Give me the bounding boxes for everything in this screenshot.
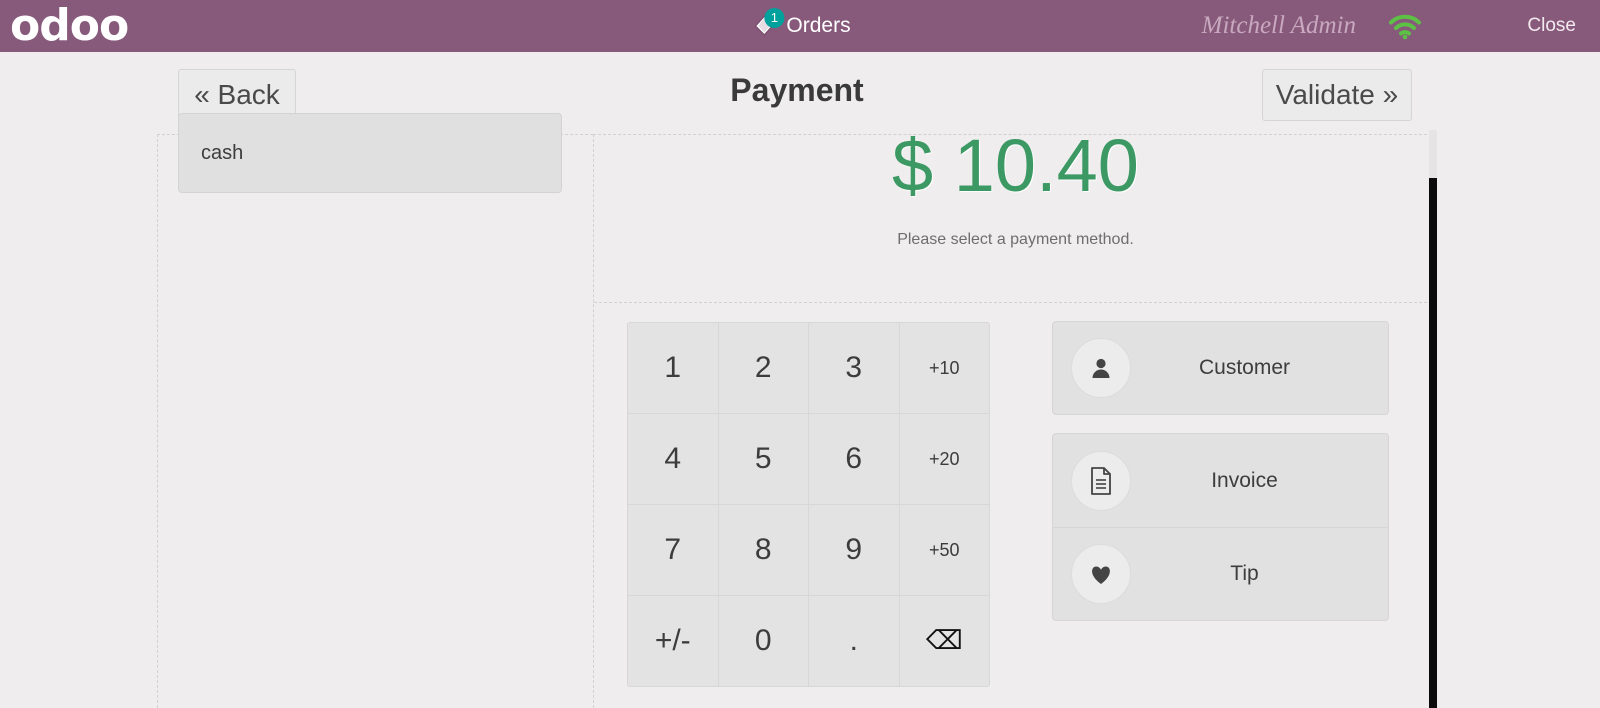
tip-label: Tip [1230, 562, 1259, 585]
top-bar: odoo 1 Orders Mitchell Admin Close [0, 0, 1600, 52]
payment-hint-text: Please select a payment method. [897, 231, 1134, 248]
numpad-key-4[interactable]: 4 [628, 414, 718, 504]
amount-due-value: $ 10.40 [892, 124, 1139, 207]
validate-button[interactable]: Validate » [1262, 69, 1412, 121]
numpad-key-9[interactable]: 9 [809, 505, 899, 595]
orders-label: Orders [786, 14, 851, 37]
numpad-key-sign[interactable]: +/- [628, 596, 718, 686]
customer-button[interactable]: Customer [1052, 321, 1389, 415]
backspace-icon: ⌫ [925, 626, 963, 656]
numpad-key-2[interactable]: 2 [718, 323, 808, 413]
wifi-icon[interactable] [1388, 14, 1422, 40]
numpad-key-1[interactable]: 1 [628, 323, 718, 413]
numpad-key-plus-20[interactable]: +20 [899, 414, 989, 504]
invoice-button[interactable]: Invoice [1052, 433, 1389, 527]
numpad-key-7[interactable]: 7 [628, 505, 718, 595]
amount-due-area: $ 10.40 Please select a payment method. [594, 124, 1437, 303]
numpad-key-plus-10[interactable]: +10 [899, 323, 989, 413]
odoo-logo[interactable]: odoo [10, 1, 129, 51]
numpad-key-6[interactable]: 6 [809, 414, 899, 504]
user-name[interactable]: Mitchell Admin [1202, 0, 1356, 52]
customer-label: Customer [1198, 356, 1291, 379]
orders-button[interactable]: 1 Orders [749, 0, 851, 52]
numpad: 1 2 3 +10 4 5 6 +20 7 8 9 +50 +/- 0. ⌫ [627, 322, 990, 687]
numpad-key-5[interactable]: 5 [718, 414, 808, 504]
payment-details-pane: $ 10.40 Please select a payment method. … [593, 124, 1437, 708]
pos-payment-screen: odoo 1 Orders Mitchell Admin Close « Bac… [0, 0, 1600, 708]
numpad-key-8[interactable]: 8 [718, 505, 808, 595]
page-scrollbar-thumb[interactable] [1429, 178, 1437, 708]
payment-methods-pane: cash [157, 113, 593, 708]
payment-method-cash[interactable]: cash [178, 113, 562, 193]
numpad-key-0[interactable]: 0 [718, 596, 808, 686]
tip-button[interactable]: Tip [1052, 527, 1389, 621]
close-button[interactable]: Close [1527, 0, 1576, 52]
numpad-key-plus-50[interactable]: +50 [899, 505, 989, 595]
invoice-label: Invoice [1211, 468, 1278, 492]
numpad-key-backspace[interactable]: ⌫ [899, 596, 989, 686]
invoice-tip-group: Invoice Tip [1052, 433, 1389, 621]
payment-actions: Customer Invoice Tip [1052, 321, 1389, 621]
page-title: Payment [730, 72, 864, 108]
orders-diamond-icon: 1 [753, 8, 785, 40]
right-empty-area [1437, 52, 1600, 708]
orders-count-badge: 1 [764, 8, 785, 28]
numpad-key-decimal[interactable]: . [809, 596, 899, 686]
numpad-key-3[interactable]: 3 [809, 323, 899, 413]
